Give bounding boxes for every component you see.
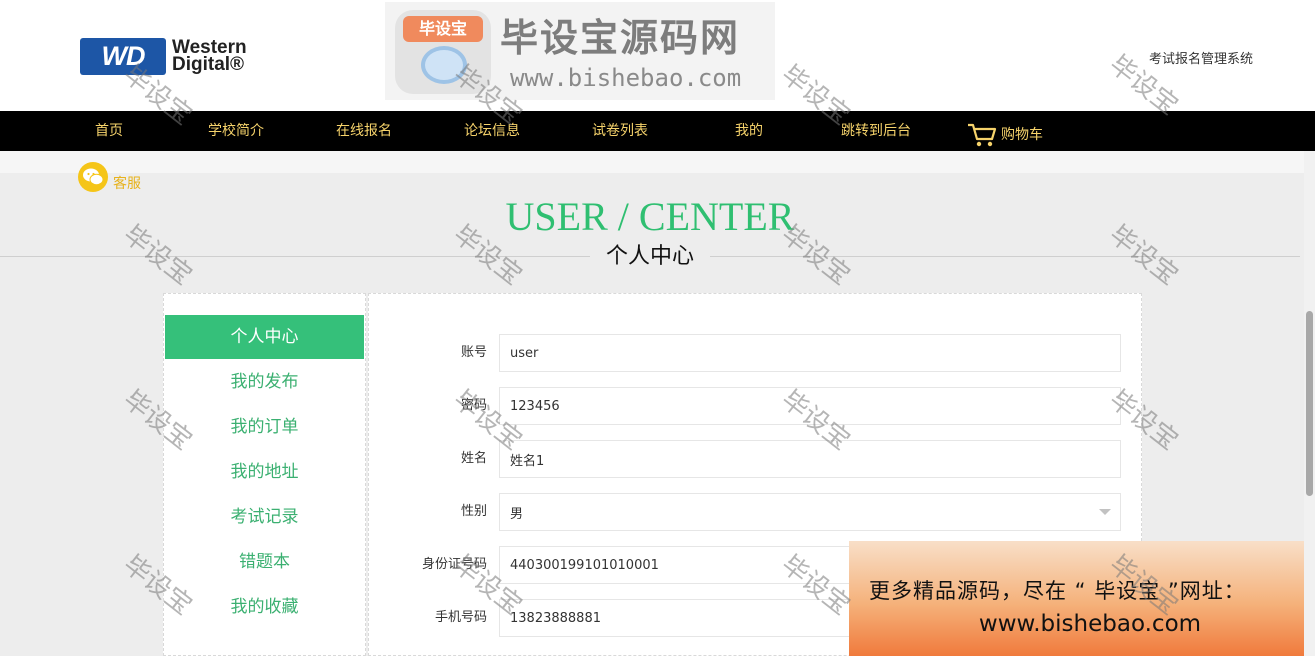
id-card-label: 身份证号码 (421, 557, 487, 572)
scrollbar-thumb[interactable] (1306, 311, 1313, 496)
customer-service-label: 客服 (113, 176, 141, 192)
bishebao-banner: 毕设宝 毕设宝源码网 www.bishebao.com (385, 2, 775, 100)
chevron-down-icon[interactable] (1099, 509, 1111, 515)
wd-logo-name: Western Digital® (172, 38, 247, 75)
header: WD Western Digital® 毕设宝 毕设宝源码网 www.bishe… (0, 0, 1315, 111)
cart-icon (968, 123, 997, 147)
promo-ad-text: 更多精品源码，尽在 “ 毕设宝 ”网址： (869, 579, 1246, 603)
sub-bar (0, 151, 1315, 173)
account-field[interactable] (499, 334, 1121, 372)
nav-item-cart[interactable]: 购物车 (967, 115, 1043, 155)
banner-title: 毕设宝源码网 (500, 16, 741, 60)
password-field[interactable] (499, 387, 1121, 425)
main-nav: 首页 学校简介 在线报名 论坛信息 试卷列表 我的 跳转到后台 购物车 (0, 111, 1315, 151)
wd-logo-mark: WD (80, 38, 166, 75)
nav-item-admin[interactable]: 跳转到后台 (841, 111, 911, 151)
cart-label: 购物车 (1001, 127, 1043, 143)
name-label: 姓名 (460, 451, 487, 466)
promo-ad-banner[interactable]: 更多精品源码，尽在 “ 毕设宝 ”网址： www.bishebao.com (849, 541, 1315, 656)
form-row-account: 账号 (369, 334, 1143, 372)
wechat-icon (78, 162, 108, 192)
nav-item-school-intro[interactable]: 学校简介 (208, 111, 264, 151)
wd-logo-name-line2: Digital® (172, 54, 245, 75)
account-label: 账号 (460, 345, 487, 360)
nav-item-home[interactable]: 首页 (95, 111, 123, 151)
sidebar-item-wrong-questions[interactable]: 错题本 (165, 540, 364, 584)
nav-item-paper-list[interactable]: 试卷列表 (592, 111, 648, 151)
form-row-name: 姓名 (369, 440, 1143, 478)
sidebar-item-profile[interactable]: 个人中心 (165, 315, 364, 359)
sidebar-item-my-address[interactable]: 我的地址 (165, 450, 364, 494)
page-scrollbar[interactable] (1304, 151, 1315, 656)
promo-ad-url: www.bishebao.com (978, 611, 1202, 637)
name-field[interactable] (499, 440, 1121, 478)
gender-select[interactable] (499, 493, 1121, 531)
nav-item-mine[interactable]: 我的 (735, 111, 763, 151)
sidebar-item-my-orders[interactable]: 我的订单 (165, 405, 364, 449)
phone-label: 手机号码 (434, 610, 487, 625)
sidebar-item-my-favorites[interactable]: 我的收藏 (165, 585, 364, 629)
password-label: 密码 (460, 398, 487, 413)
western-digital-logo[interactable]: WD Western Digital® (80, 38, 270, 76)
mascot-face-icon (421, 46, 467, 84)
sidebar-item-exam-records[interactable]: 考试记录 (165, 495, 364, 539)
system-title: 考试报名管理系统 (1149, 52, 1254, 67)
nav-item-online-registration[interactable]: 在线报名 (336, 111, 392, 151)
sidebar: 个人中心 我的发布 我的订单 我的地址 考试记录 错题本 我的收藏 (163, 293, 366, 656)
form-row-password: 密码 (369, 387, 1143, 425)
banner-url: www.bishebao.com (510, 64, 742, 92)
form-row-gender: 性别 (369, 493, 1143, 531)
banner-badge-text: 毕设宝 (403, 16, 483, 42)
gender-label: 性别 (460, 504, 487, 519)
nav-item-forum[interactable]: 论坛信息 (464, 111, 520, 151)
bishebao-mascot-icon: 毕设宝 (395, 10, 491, 94)
page-title-en: USER / CENTER (505, 194, 795, 239)
page-title-cn: 个人中心 (590, 240, 710, 274)
sidebar-item-my-posts[interactable]: 我的发布 (165, 360, 364, 404)
